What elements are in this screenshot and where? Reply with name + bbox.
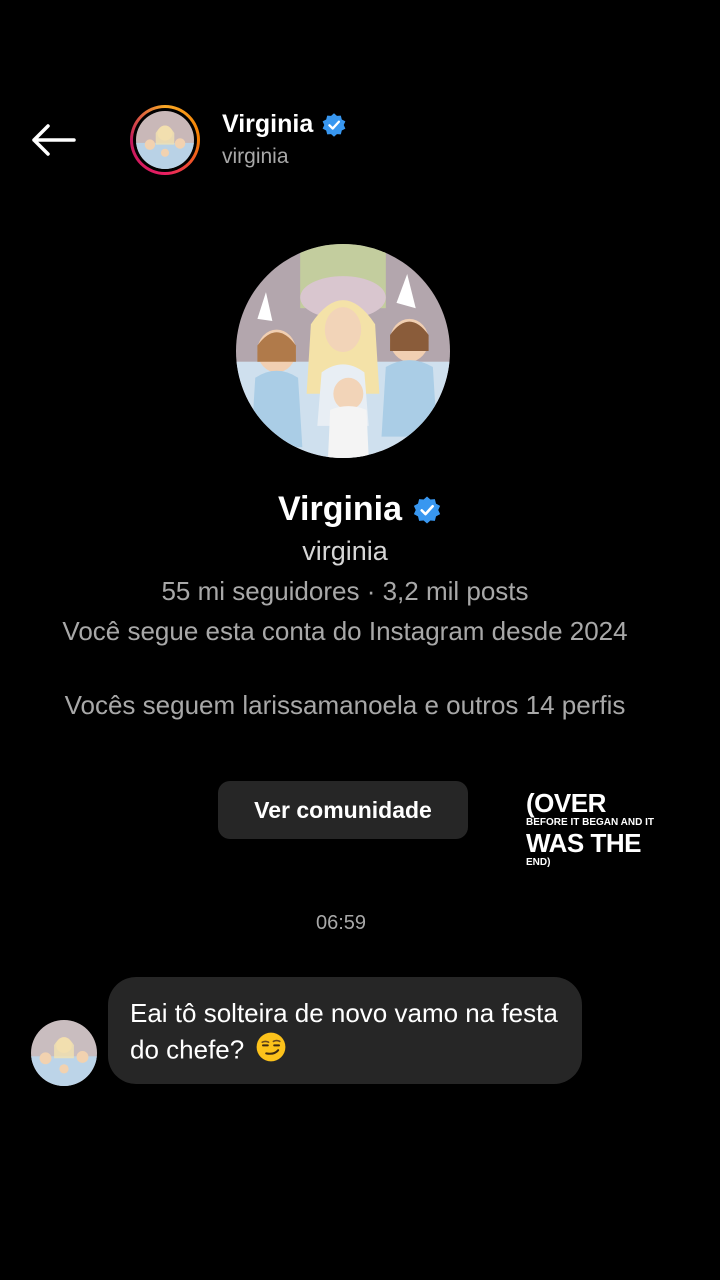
back-button[interactable] xyxy=(30,118,80,162)
profile-name: Virginia xyxy=(0,490,720,529)
header-avatar-photo xyxy=(136,111,194,169)
sender-avatar-photo xyxy=(31,1020,97,1086)
verified-badge-icon xyxy=(413,496,441,523)
overlay-caption: (OVER BEFORE IT BEGAN AND IT WAS THE END… xyxy=(526,790,696,870)
profile-photo-image xyxy=(236,244,450,458)
mutual-followers-text: Vocês seguem larissamanoela e outros 14 … xyxy=(64,690,626,720)
header-handle: virginia xyxy=(222,145,289,168)
profile-photo[interactable] xyxy=(236,244,450,458)
message-bubble[interactable]: Eai tô solteira de novo vamo na festa do… xyxy=(108,977,582,1084)
header-avatar[interactable] xyxy=(130,105,200,175)
message-text: Eai tô solteira de novo vamo na festa do… xyxy=(130,998,558,1065)
dm-screen: Virginia virginia Virginia virginia 55 m… xyxy=(0,0,720,1280)
message-timestamp: 06:59 xyxy=(315,912,367,934)
profile-handle: virginia xyxy=(302,536,388,566)
view-community-button[interactable]: Ver comunidade xyxy=(218,781,468,839)
verified-badge-icon xyxy=(322,112,346,137)
header-name-text: Virginia xyxy=(222,110,314,138)
caption-line-2: BEFORE IT BEGAN AND IT xyxy=(526,817,654,828)
back-arrow-icon xyxy=(32,124,76,156)
caption-line-3: WAS THE xyxy=(526,828,641,858)
caption-line-1: (OVER xyxy=(526,788,606,818)
profile-stats: 55 mi seguidores · 3,2 mil posts xyxy=(161,576,529,606)
sender-avatar[interactable] xyxy=(31,1020,97,1086)
follow-since-text: Você segue esta conta do Instagram desde… xyxy=(62,616,628,646)
header-title[interactable]: Virginia xyxy=(222,110,347,139)
profile-name-text: Virginia xyxy=(277,490,403,528)
smirk-emoji-icon xyxy=(255,1031,287,1072)
caption-line-4: END) xyxy=(526,857,551,868)
